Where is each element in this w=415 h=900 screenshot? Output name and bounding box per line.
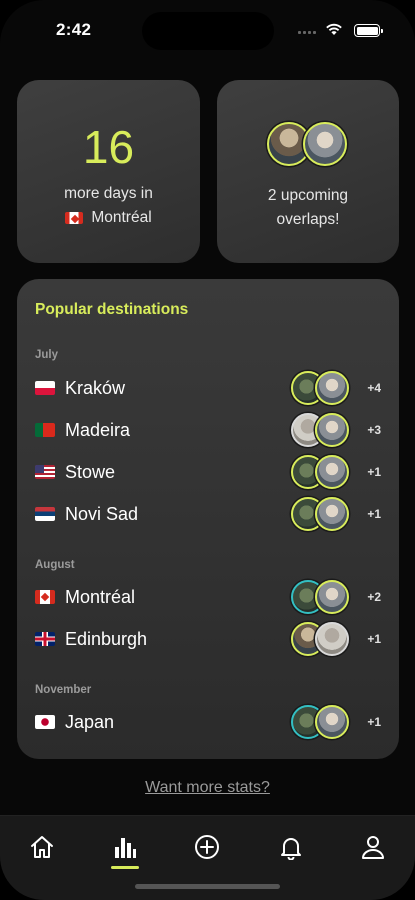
poland-flag-icon bbox=[35, 381, 55, 395]
house-icon bbox=[31, 836, 53, 858]
destination-row-novi-sad[interactable]: Novi Sad +1 bbox=[35, 497, 381, 531]
month-label-july: July bbox=[35, 349, 59, 361]
destination-row-madeira[interactable]: Madeira +3 bbox=[35, 413, 381, 447]
serbia-flag-icon bbox=[35, 507, 55, 521]
avatar bbox=[315, 455, 349, 489]
destination-name: Kraków bbox=[65, 377, 126, 398]
destination-row-edinburgh[interactable]: Edinburgh +1 bbox=[35, 622, 381, 656]
traveler-count: +1 bbox=[367, 507, 381, 521]
status-time: 2:42 bbox=[56, 20, 92, 39]
more-stats-link[interactable]: Want more stats? bbox=[0, 779, 415, 797]
wifi-icon bbox=[326, 23, 342, 35]
tab-notifications[interactable] bbox=[271, 830, 311, 864]
avatar bbox=[315, 580, 349, 614]
overlap-avatars bbox=[267, 122, 349, 170]
overlaps-card[interactable]: 2 upcoming overlaps! bbox=[217, 80, 399, 263]
active-tab-indicator bbox=[111, 866, 139, 869]
destination-name: Japan bbox=[65, 711, 115, 732]
popular-destinations-panel: Popular destinations July Kraków +4 Made… bbox=[17, 279, 399, 759]
destination-name: Novi Sad bbox=[65, 503, 139, 524]
avatar bbox=[315, 413, 349, 447]
tab-profile[interactable] bbox=[353, 830, 393, 864]
destination-name: Stowe bbox=[65, 461, 116, 482]
plus-circle-icon bbox=[195, 835, 219, 859]
traveler-count: +1 bbox=[367, 632, 381, 646]
destination-name: Madeira bbox=[65, 419, 131, 440]
current-city: Montréal bbox=[91, 209, 152, 227]
cellular-signal-icon bbox=[298, 31, 316, 34]
destination-name: Montréal bbox=[65, 586, 136, 607]
days-count: 16 bbox=[82, 121, 135, 173]
avatar bbox=[315, 371, 349, 405]
overlaps-label-line2: overlaps! bbox=[276, 211, 340, 229]
traveler-count: +1 bbox=[367, 715, 381, 729]
home-indicator bbox=[135, 884, 280, 889]
tab-home[interactable] bbox=[22, 830, 62, 864]
usa-flag-icon bbox=[35, 465, 55, 479]
tab-stats[interactable] bbox=[105, 830, 145, 864]
destination-row-japan[interactable]: Japan +1 bbox=[35, 705, 381, 739]
panel-title: Popular destinations bbox=[35, 301, 189, 318]
avatar bbox=[315, 497, 349, 531]
avatar bbox=[315, 622, 349, 656]
days-remaining-card[interactable]: 16 more days in Montréal bbox=[17, 80, 200, 263]
avatar bbox=[315, 705, 349, 739]
tab-add[interactable] bbox=[187, 830, 227, 864]
traveler-count: +4 bbox=[367, 381, 381, 395]
battery-icon bbox=[354, 24, 383, 37]
person-icon bbox=[362, 836, 384, 859]
status-bar: 2:42 bbox=[0, 0, 415, 60]
portugal-flag-icon bbox=[35, 423, 55, 437]
month-label-november: November bbox=[35, 684, 92, 696]
overlaps-label-line1: 2 upcoming bbox=[267, 187, 349, 204]
japan-flag-icon bbox=[35, 715, 55, 729]
bell-icon bbox=[281, 838, 301, 860]
uk-flag-icon bbox=[35, 632, 55, 646]
traveler-count: +2 bbox=[367, 590, 381, 604]
app-screen: 2:42 16 more days in Montréal 2 upcoming… bbox=[0, 0, 415, 900]
days-label: more days in bbox=[64, 185, 153, 202]
avatar bbox=[303, 122, 347, 166]
destination-row-stowe[interactable]: Stowe +1 bbox=[35, 455, 381, 489]
destination-row-montreal[interactable]: Montréal +2 bbox=[35, 580, 381, 614]
traveler-count: +3 bbox=[367, 423, 381, 437]
dynamic-island bbox=[142, 12, 274, 50]
traveler-count: +1 bbox=[367, 465, 381, 479]
canada-flag-icon bbox=[65, 212, 84, 225]
destination-name: Edinburgh bbox=[65, 628, 148, 649]
destination-row-krakow[interactable]: Kraków +4 bbox=[35, 371, 381, 405]
canada-flag-icon bbox=[35, 590, 55, 604]
month-label-august: August bbox=[35, 559, 75, 571]
bar-chart-icon bbox=[115, 838, 136, 858]
